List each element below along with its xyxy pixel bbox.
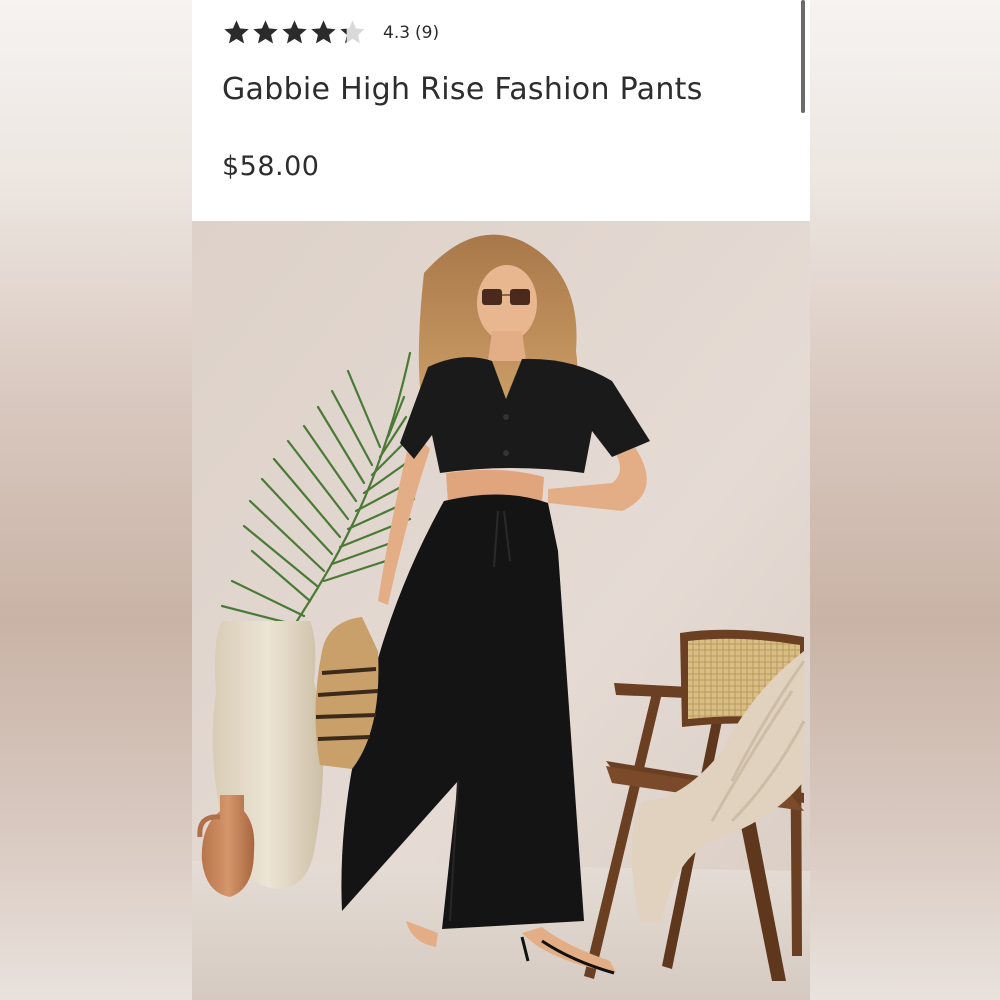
rating-row[interactable]: 4.3 (9) <box>222 18 439 47</box>
star-icon <box>253 20 278 44</box>
star-icon <box>282 20 307 44</box>
star-icon <box>311 20 336 44</box>
product-price: $58.00 <box>222 151 320 182</box>
product-photo-image <box>192 221 810 995</box>
rating-stars <box>222 18 367 47</box>
star-icon <box>224 20 249 44</box>
rating-summary: 4.3 (9) <box>383 23 439 43</box>
star-half-icon <box>340 20 365 44</box>
product-title: Gabbie High Rise Fashion Pants <box>222 72 703 107</box>
blurred-backdrop-left <box>0 0 192 1000</box>
rating-value: 4.3 <box>383 22 411 43</box>
product-screen: 4.3 (9) Gabbie High Rise Fashion Pants $… <box>192 0 810 1000</box>
photo-bottom-edge <box>192 995 810 1000</box>
rating-count: (9) <box>415 22 440 43</box>
blurred-backdrop-right <box>810 0 1000 1000</box>
product-info: 4.3 (9) Gabbie High Rise Fashion Pants $… <box>192 0 810 221</box>
product-photo[interactable] <box>192 221 810 995</box>
scrollbar[interactable] <box>801 0 805 113</box>
